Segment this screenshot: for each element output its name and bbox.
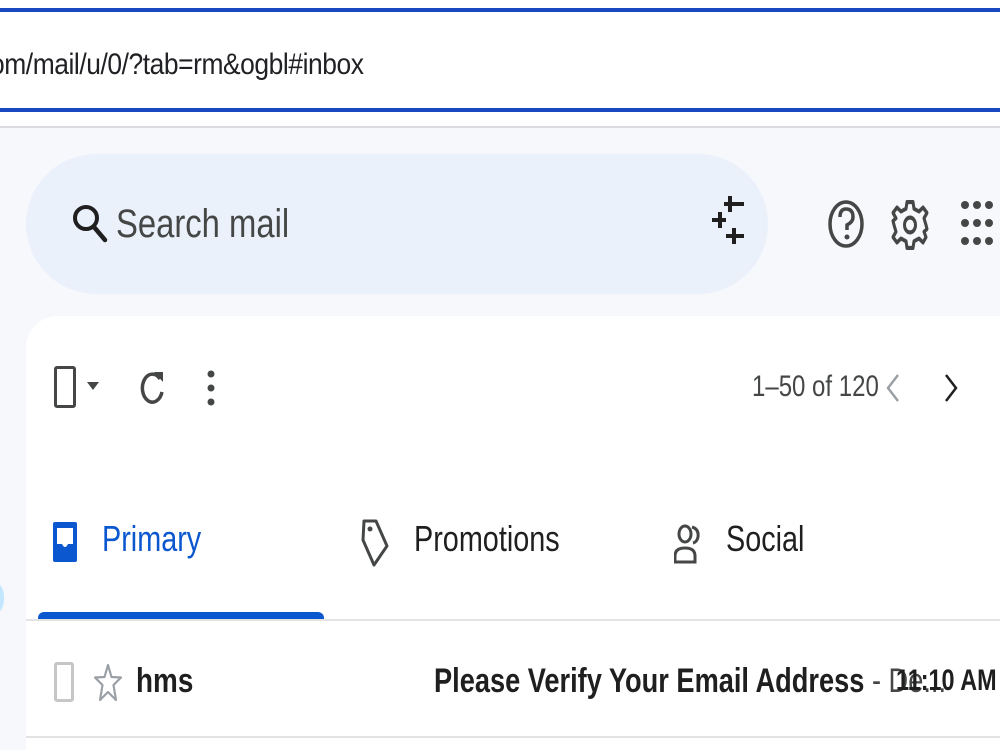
email-subject: Please Verify Your Email Address (434, 662, 865, 700)
tune-icon[interactable] (710, 192, 746, 248)
search-icon[interactable] (70, 200, 110, 246)
inbox-icon (53, 522, 77, 562)
row-divider (26, 736, 1000, 738)
url-field[interactable]: om/mail/u/0/?tab=rm&ogbl#inbox (0, 8, 1000, 112)
email-time: 11:10 AM (896, 664, 997, 697)
email-checkbox[interactable] (54, 662, 74, 702)
email-row[interactable]: hms Please Verify Your Email Address - D… (26, 622, 1000, 738)
tab-promotions[interactable]: Promotions (338, 490, 638, 620)
refresh-icon[interactable] (140, 368, 166, 406)
search-bar[interactable] (26, 154, 768, 294)
chevron-left-icon[interactable] (884, 372, 902, 404)
tab-label: Social (726, 518, 805, 559)
gear-icon[interactable] (890, 196, 930, 254)
browser-address-bar: om/mail/u/0/?tab=rm&ogbl#inbox (0, 0, 1000, 128)
email-sender: hms (136, 662, 194, 700)
tabs-divider (26, 619, 1000, 621)
compose-edge[interactable] (0, 578, 4, 618)
star-icon[interactable] (94, 662, 122, 704)
tab-label: Promotions (414, 518, 560, 559)
tab-label: Primary (102, 518, 202, 559)
tab-primary[interactable]: Primary (38, 490, 324, 620)
url-text[interactable]: om/mail/u/0/?tab=rm&ogbl#inbox (0, 48, 364, 82)
select-all-checkbox[interactable] (54, 366, 76, 408)
apps-grid-icon[interactable] (960, 198, 994, 248)
more-vert-icon[interactable] (204, 368, 218, 408)
search-input[interactable] (116, 198, 576, 250)
gmail-window: om/mail/u/0/?tab=rm&ogbl#inbox Search ma… (0, 0, 1000, 750)
pagination-range: 1–50 of 120 (752, 370, 879, 403)
email-subject-line: Please Verify Your Email Address - De... (434, 662, 946, 701)
help-icon[interactable] (826, 196, 866, 252)
chevron-down-icon[interactable] (86, 380, 100, 392)
tag-icon (361, 519, 389, 567)
chevron-right-icon[interactable] (942, 372, 960, 404)
people-icon (674, 524, 700, 564)
tab-social[interactable]: Social (652, 490, 952, 620)
